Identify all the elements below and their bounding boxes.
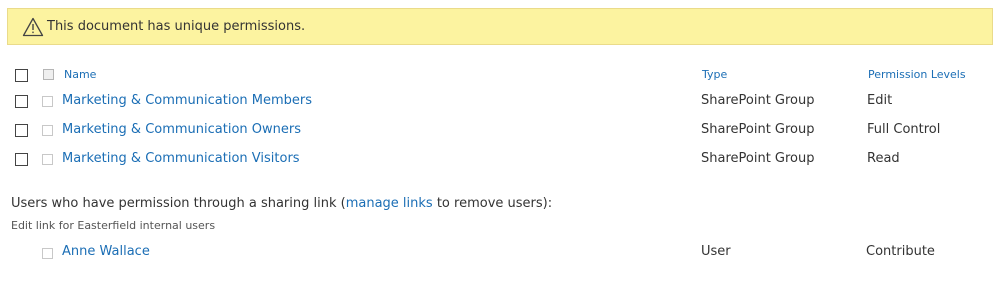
select-all-checkbox[interactable] [15, 69, 28, 82]
sharing-text-before: Users who have permission through a shar… [11, 196, 346, 211]
group-type: SharePoint Group [701, 151, 815, 166]
user-permission-level: Contribute [866, 244, 935, 259]
group-type: SharePoint Group [701, 122, 815, 137]
user-name-link[interactable]: Anne Wallace [62, 244, 150, 259]
column-header-name[interactable]: Name [64, 68, 96, 81]
group-icon [42, 125, 53, 136]
group-name-link[interactable]: Marketing & Communication Visitors [62, 151, 300, 166]
row-checkbox[interactable] [15, 153, 28, 166]
permission-level: Full Control [867, 122, 941, 137]
group-name-link[interactable]: Marketing & Communication Owners [62, 122, 301, 137]
column-header-permission-levels[interactable]: Permission Levels [868, 68, 966, 81]
row-checkbox[interactable] [15, 95, 28, 108]
user-icon [42, 248, 53, 259]
permission-level: Read [867, 151, 900, 166]
group-type: SharePoint Group [701, 93, 815, 108]
permission-level: Edit [867, 93, 893, 108]
manage-links-link[interactable]: manage links [346, 196, 433, 211]
group-icon [42, 154, 53, 165]
unique-permissions-banner: This document has unique permissions. [7, 8, 993, 45]
banner-message: This document has unique permissions. [47, 19, 306, 34]
group-icon [42, 96, 53, 107]
group-name-link[interactable]: Marketing & Communication Members [62, 93, 312, 108]
column-header-type[interactable]: Type [702, 68, 727, 81]
type-column-icon [43, 69, 54, 80]
row-checkbox[interactable] [15, 124, 28, 137]
sharing-link-type: Edit link for Easterfield internal users [11, 219, 216, 232]
sharing-text-after: to remove users): [432, 196, 553, 211]
sharing-link-notice: Users who have permission through a shar… [11, 196, 552, 211]
user-type: User [701, 244, 731, 259]
warning-icon [22, 17, 44, 37]
